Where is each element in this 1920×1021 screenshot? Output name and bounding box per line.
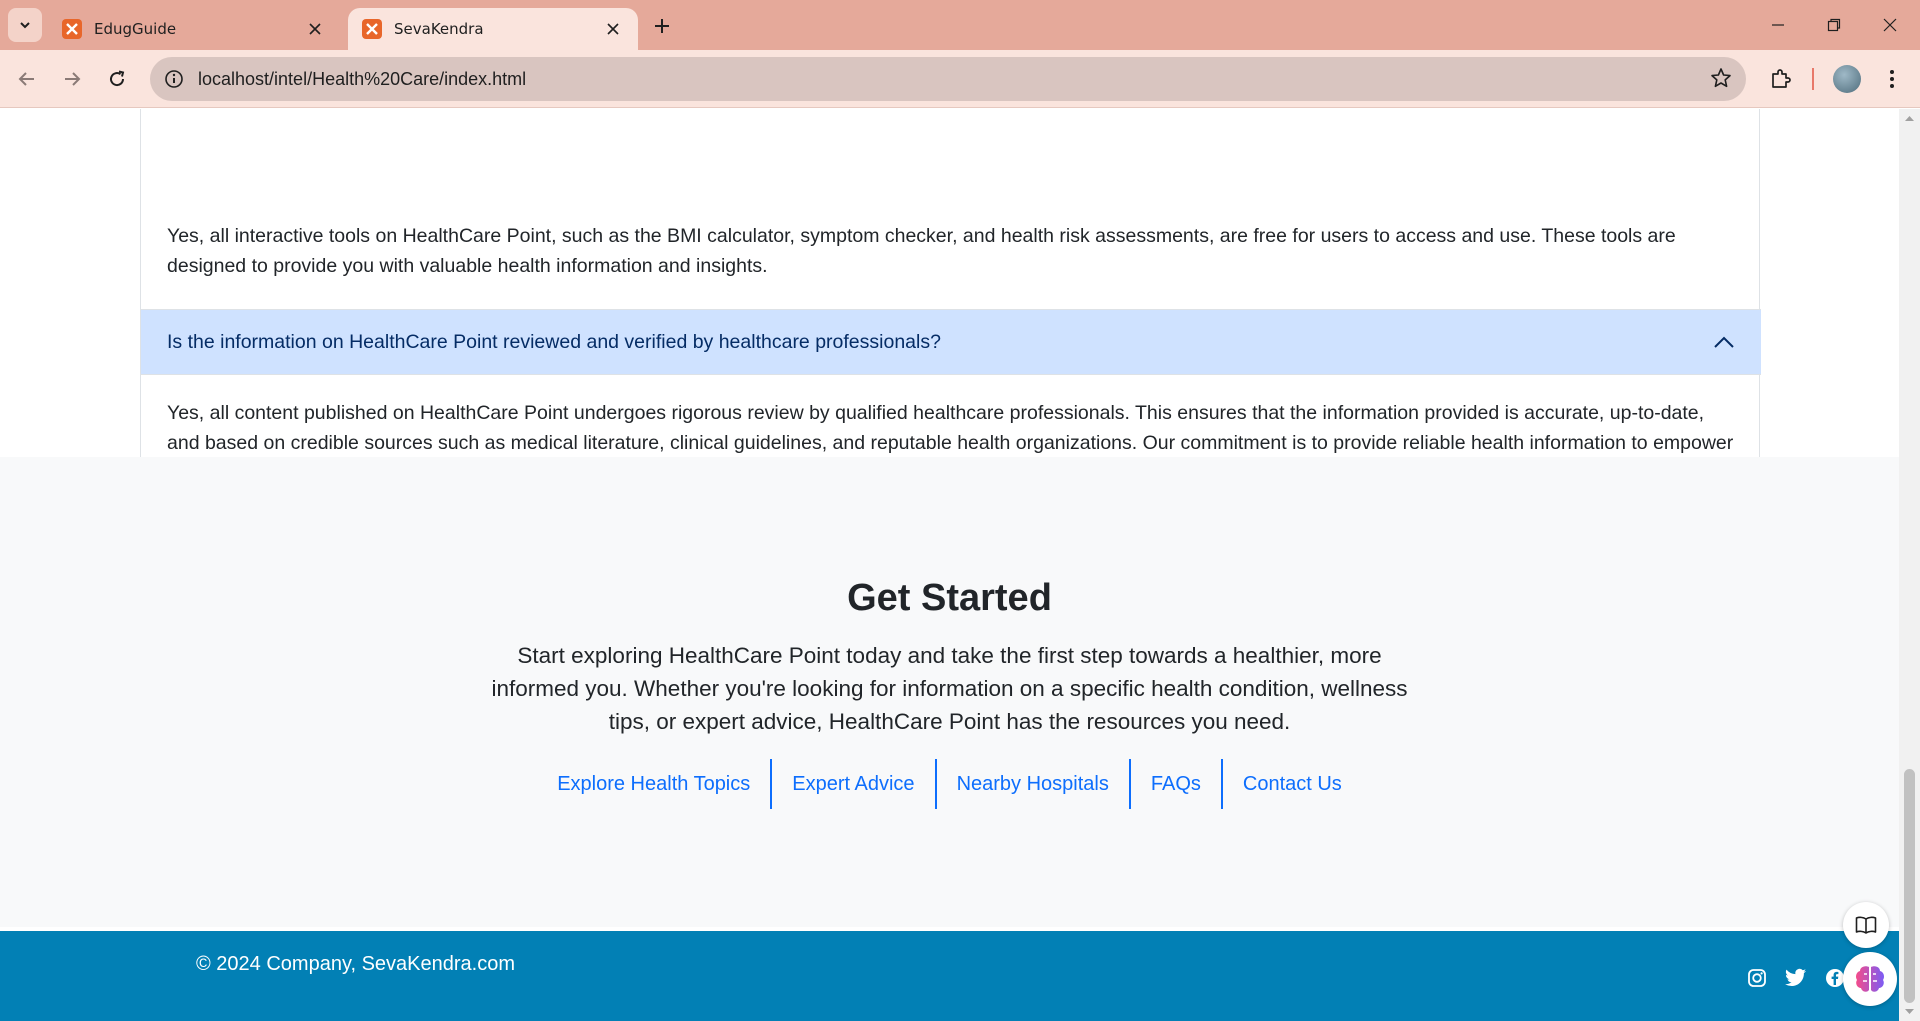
twitter-icon[interactable] [1783, 965, 1809, 991]
scroll-up-icon[interactable] [1904, 114, 1915, 122]
ai-assistant-button[interactable] [1843, 952, 1897, 1006]
link-nearby-hospitals[interactable]: Nearby Hospitals [934, 759, 1129, 809]
footer-copyright: © 2024 Company, SevaKendra.com [196, 953, 515, 975]
quick-links: Explore Health Topics Expert Advice Near… [0, 759, 1899, 809]
plus-icon [655, 19, 669, 33]
close-icon[interactable] [304, 18, 326, 40]
page-viewport: Yes, all interactive tools on HealthCare… [0, 109, 1899, 1021]
brain-icon [1856, 966, 1884, 992]
close-window-button[interactable] [1862, 0, 1918, 50]
browser-tab-bar: EdugGuide SevaKendra [0, 0, 1920, 50]
arrow-left-icon [18, 72, 34, 86]
site-footer: © 2024 Company, SevaKendra.com [0, 931, 1899, 1021]
chevron-down-icon [20, 22, 30, 29]
link-faqs[interactable]: FAQs [1128, 759, 1221, 809]
tab-search-button[interactable] [8, 8, 42, 42]
browser-toolbar: localhost/intel/Health%20Care/index.html [0, 50, 1920, 108]
profile-button[interactable] [1829, 61, 1865, 97]
restore-icon [1827, 18, 1841, 32]
browser-menu-button[interactable] [1874, 61, 1910, 97]
address-bar[interactable]: localhost/intel/Health%20Care/index.html [150, 57, 1746, 101]
link-expert-advice[interactable]: Expert Advice [770, 759, 934, 809]
faq-question-toggle[interactable]: Is the information on HealthCare Point r… [141, 309, 1761, 375]
scroll-down-icon[interactable] [1904, 1008, 1915, 1016]
section-title: Get Started [847, 577, 1052, 619]
extensions-button[interactable] [1763, 61, 1799, 97]
back-button[interactable] [9, 61, 45, 97]
toolbar-divider [1812, 68, 1814, 90]
tab-sevakendra[interactable]: SevaKendra [348, 8, 638, 50]
tab-title: SevaKendra [394, 20, 484, 38]
minimize-icon [1772, 24, 1784, 26]
bookmark-star-icon[interactable] [1710, 67, 1732, 93]
xampp-icon [362, 19, 382, 39]
minimize-button[interactable] [1750, 0, 1806, 50]
link-contact-us[interactable]: Contact Us [1220, 759, 1362, 809]
instagram-icon[interactable] [1744, 965, 1770, 991]
restore-button[interactable] [1806, 0, 1862, 50]
info-icon[interactable] [164, 69, 184, 89]
reload-icon [110, 70, 125, 87]
avatar [1833, 65, 1861, 93]
more-vertical-icon [1890, 70, 1894, 88]
chevron-up-icon [1714, 336, 1734, 348]
new-tab-button[interactable] [648, 12, 676, 40]
get-started-section: Get Started Start exploring HealthCare P… [0, 457, 1899, 927]
tab-title: EdugGuide [94, 20, 177, 38]
close-icon[interactable] [602, 18, 624, 40]
tab-edugguide[interactable]: EdugGuide [48, 8, 340, 50]
forward-button[interactable] [54, 61, 90, 97]
page-scrollbar[interactable] [1899, 109, 1920, 1021]
book-icon [1855, 916, 1877, 934]
scrollbar-thumb[interactable] [1904, 769, 1915, 1003]
reload-button[interactable] [99, 61, 135, 97]
arrow-right-icon [65, 72, 81, 86]
close-icon [1883, 18, 1897, 32]
section-description: Start exploring HealthCare Point today a… [491, 643, 1408, 734]
reading-mode-button[interactable] [1843, 902, 1889, 948]
puzzle-icon [1772, 69, 1791, 88]
faq-answer: Yes, all interactive tools on HealthCare… [167, 225, 1676, 277]
link-explore-health-topics[interactable]: Explore Health Topics [537, 759, 770, 809]
faq-question: Is the information on HealthCare Point r… [167, 330, 941, 353]
url-text[interactable]: localhost/intel/Health%20Care/index.html [198, 69, 526, 90]
xampp-icon [62, 19, 82, 39]
